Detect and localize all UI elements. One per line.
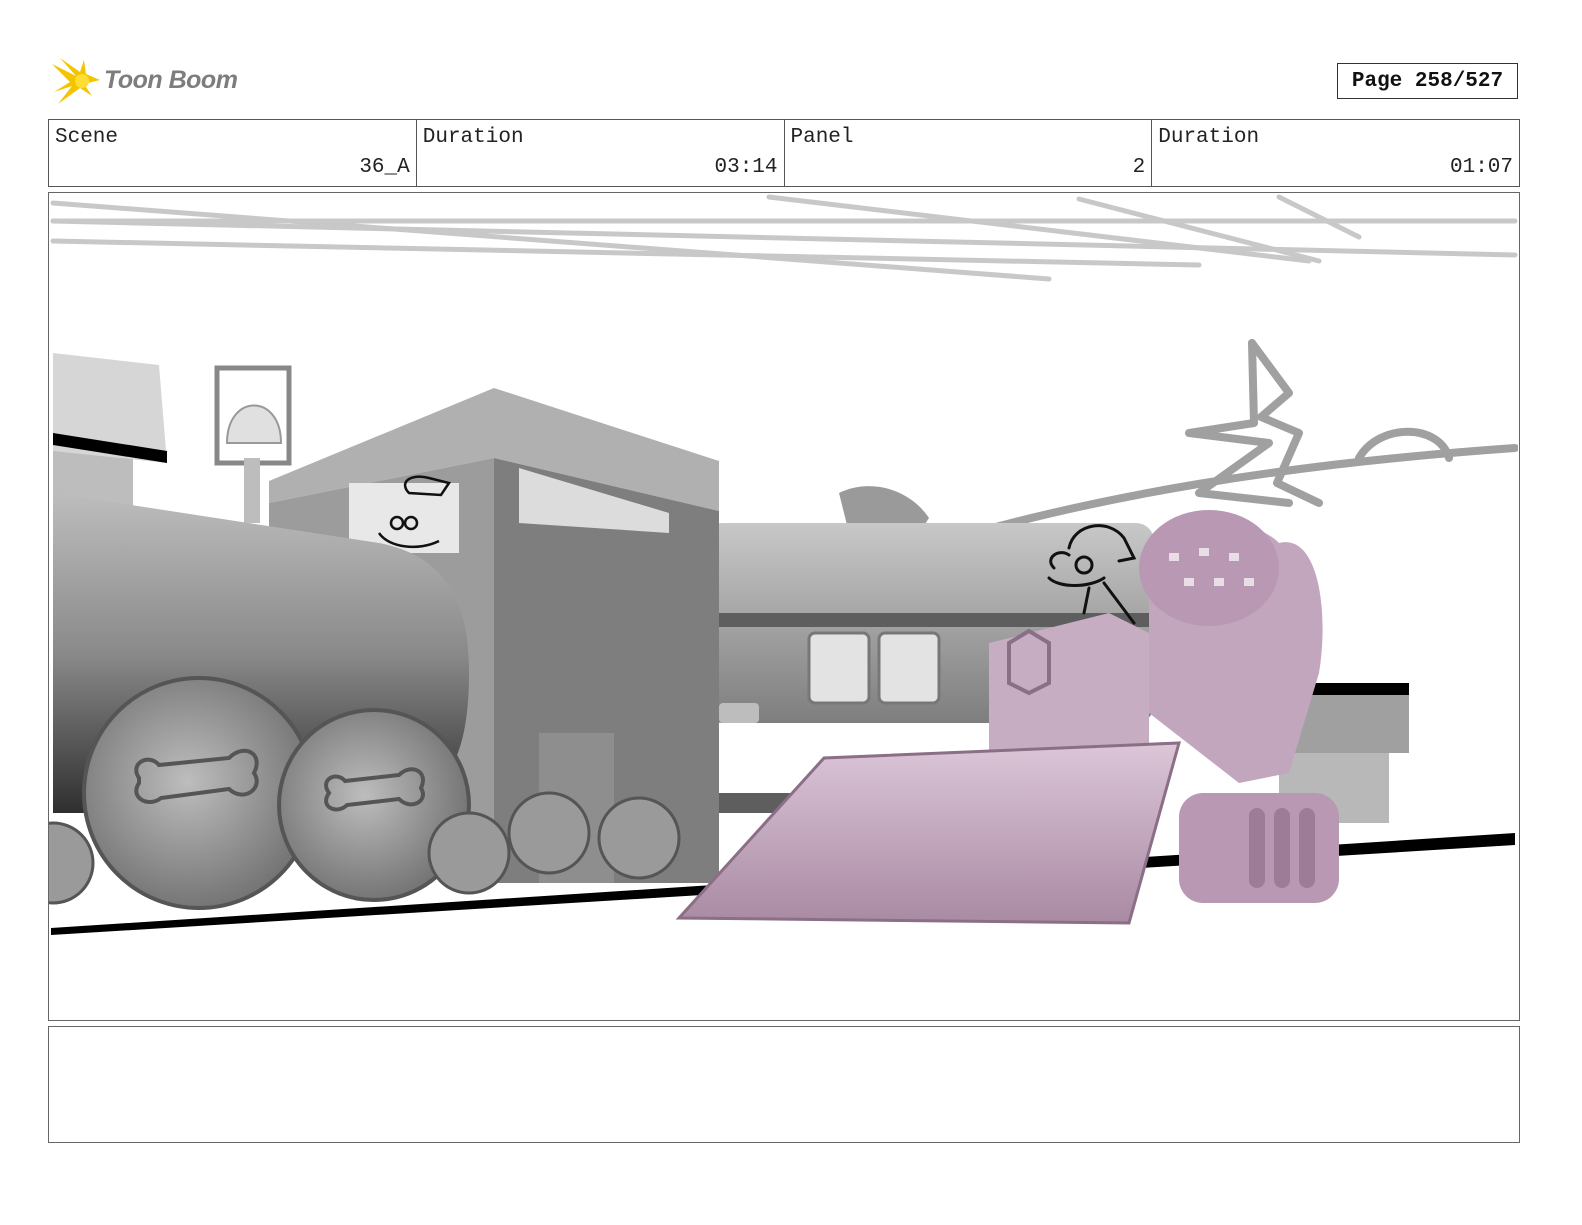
panel-cell: Panel 2 [785,120,1153,186]
scene-value: 36_A [359,156,410,179]
scene-label: Scene [55,126,119,149]
panel-value: 2 [1132,156,1146,179]
train-bulldozer-illustration [49,194,1519,935]
scene-duration-label: Duration [422,126,524,149]
scene-duration-cell: Duration 03:14 [417,120,785,186]
starburst-icon [52,58,100,104]
storyboard-panel-image [48,192,1520,1021]
panel-notes [48,1026,1520,1143]
smokestack [53,353,167,513]
panel-duration-value: 01:07 [1449,156,1513,179]
scene-cell: Scene 36_A [49,120,417,186]
panel-duration-cell: Duration 01:07 [1152,120,1519,186]
sky-sketch-lines [50,194,1518,282]
page-number: Page 258/527 [1337,63,1518,99]
scene-info-table: Scene 36_A Duration 03:14 Panel 2 Durati… [48,119,1520,187]
panel-label: Panel [790,126,854,149]
toon-boom-logo: Toon Boom [50,56,250,108]
panel-duration-label: Duration [1158,126,1260,149]
logo-text: Toon Boom [104,66,238,94]
scene-duration-value: 03:14 [714,156,778,179]
